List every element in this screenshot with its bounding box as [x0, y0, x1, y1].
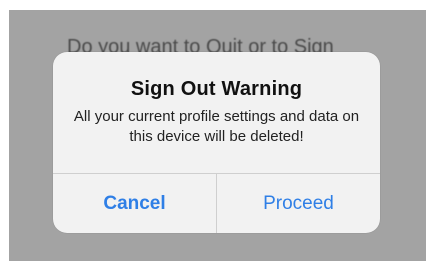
alert-body: Sign Out Warning All your current profil… [53, 52, 380, 173]
alert-actions: Cancel Proceed [53, 173, 380, 233]
sign-out-alert-dialog: Sign Out Warning All your current profil… [53, 52, 380, 233]
proceed-button[interactable]: Proceed [217, 174, 380, 233]
cancel-button[interactable]: Cancel [53, 174, 217, 233]
alert-title: Sign Out Warning [130, 78, 303, 100]
alert-message: All your current profile settings and da… [73, 108, 360, 145]
screen-backdrop: Do you want to Quit or to Sign Sign Out … [9, 10, 426, 261]
